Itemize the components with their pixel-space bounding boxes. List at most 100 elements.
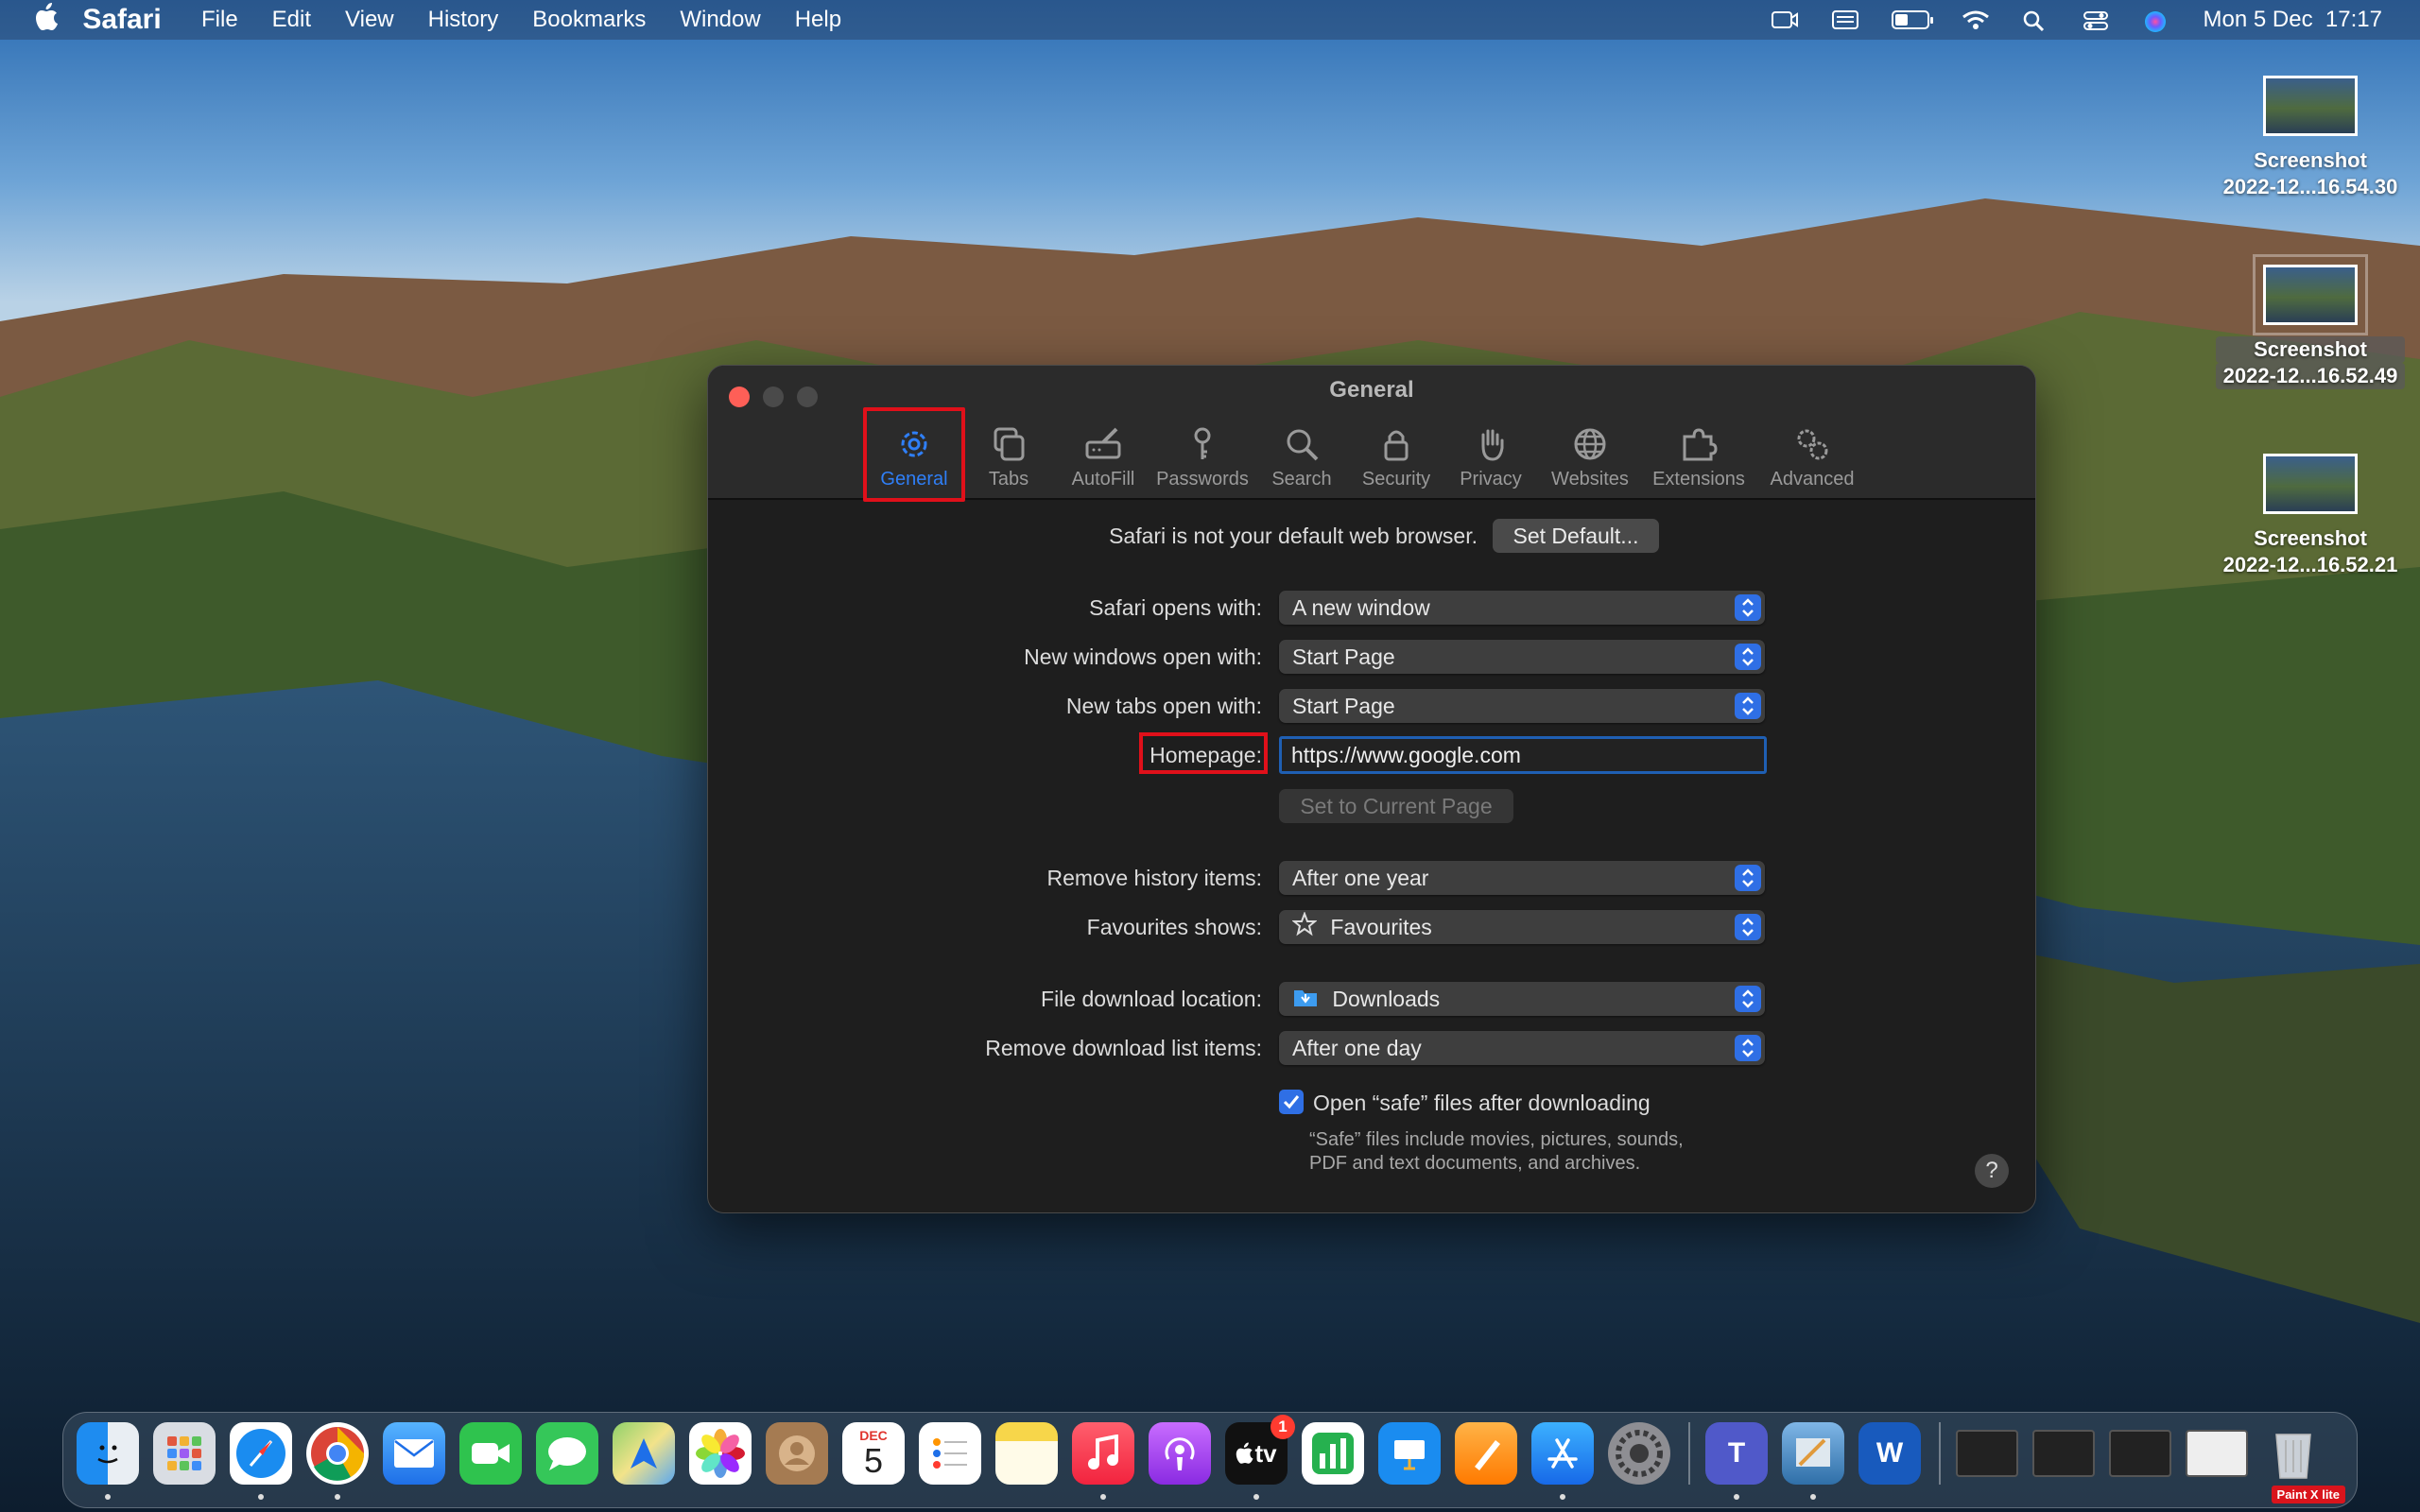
keyboard-input-icon[interactable] [1831, 9, 1859, 30]
app-store-app-icon[interactable] [1531, 1422, 1594, 1500]
tab-label: Extensions [1652, 469, 1745, 490]
trash-icon[interactable] [2262, 1422, 2325, 1485]
file-thumbnail [2263, 76, 2358, 136]
notes-app-icon[interactable] [995, 1422, 1058, 1485]
podcasts-app-icon[interactable] [1149, 1422, 1211, 1485]
chevron-updown-icon [1735, 693, 1761, 719]
tab-passwords[interactable]: Passwords [1150, 413, 1254, 490]
file-thumbnail [2263, 454, 2358, 514]
facetime-app-icon[interactable] [459, 1422, 522, 1485]
numbers-app-icon[interactable] [1302, 1422, 1364, 1485]
minimized-window-thumbnail[interactable] [2109, 1430, 2171, 1477]
remove-history-popup[interactable]: After one year [1279, 861, 1765, 895]
pages-app-icon[interactable] [1455, 1422, 1517, 1485]
help-button[interactable]: ? [1975, 1154, 2009, 1188]
notification-badge: 1 [1270, 1415, 1295, 1439]
system-preferences-app-icon[interactable] [1608, 1422, 1670, 1485]
menu-edit[interactable]: Edit [272, 7, 311, 33]
mail-app-icon[interactable] [383, 1422, 445, 1485]
wifi-icon[interactable] [1962, 9, 1990, 30]
open-safe-checkbox[interactable] [1279, 1090, 1304, 1114]
screen-mirroring-icon[interactable] [1771, 9, 1799, 30]
chevron-updown-icon [1735, 594, 1761, 621]
remove-download-popup[interactable]: After one day [1279, 1031, 1765, 1065]
menu-bookmarks[interactable]: Bookmarks [532, 7, 646, 33]
menu-file[interactable]: File [201, 7, 238, 33]
tab-autofill[interactable]: AutoFill [1056, 413, 1150, 490]
launchpad-app-icon[interactable] [153, 1422, 216, 1485]
tab-label: Privacy [1460, 469, 1522, 490]
tv-app-icon[interactable]: tv 1 [1225, 1415, 1295, 1500]
finder-app-icon[interactable] [77, 1422, 139, 1500]
safari-opens-popup[interactable]: A new window [1279, 591, 1765, 625]
favourites-row: Favourites shows: Favourites [708, 908, 2035, 946]
open-safe-row: Open “safe” files after downloading [708, 1084, 2035, 1122]
tab-search[interactable]: Search [1254, 413, 1349, 490]
spotlight-search-icon[interactable] [2022, 9, 2050, 32]
minimized-window-thumbnail[interactable] [1956, 1430, 2018, 1477]
checkmark-icon [1283, 1095, 1300, 1109]
homepage-input[interactable] [1279, 736, 1767, 774]
remove-history-label: Remove history items: [1046, 866, 1262, 890]
set-to-current-page-button[interactable]: Set to Current Page [1279, 789, 1513, 823]
dock-separator [1688, 1422, 1690, 1485]
lock-icon [1384, 430, 1409, 461]
menu-app-name[interactable]: Safari [82, 0, 161, 51]
teams-app-icon[interactable]: T [1705, 1422, 1768, 1500]
keynote-app-icon[interactable] [1378, 1422, 1441, 1485]
word-app-icon[interactable]: W [1858, 1422, 1921, 1485]
popup-value: A new window [1292, 595, 1430, 620]
apple-menu-icon[interactable] [28, 2, 66, 38]
download-location-popup[interactable]: Downloads [1279, 982, 1765, 1016]
default-browser-row: Safari is not your default web browser. … [708, 517, 2035, 555]
chrome-app-icon[interactable] [306, 1422, 369, 1500]
magnifier-icon [1287, 429, 1319, 461]
new-tabs-popup[interactable]: Start Page [1279, 689, 1765, 723]
menu-view[interactable]: View [345, 7, 394, 33]
tab-websites[interactable]: Websites [1538, 413, 1642, 490]
popup-value: After one year [1292, 866, 1429, 890]
open-safe-label[interactable]: Open “safe” files after downloading [1313, 1084, 1651, 1122]
preview-app-icon[interactable] [1782, 1422, 1844, 1500]
calendar-day: 5 [863, 1441, 884, 1480]
music-app-icon[interactable] [1072, 1422, 1134, 1500]
set-default-button[interactable]: Set Default... [1493, 519, 1659, 553]
favourites-popup[interactable]: Favourites [1279, 910, 1765, 944]
tab-label: Websites [1551, 469, 1629, 490]
file-name-line1: Screenshot [2216, 336, 2405, 363]
tab-advanced[interactable]: Advanced [1755, 413, 1869, 490]
safari-app-icon[interactable] [230, 1422, 292, 1500]
tab-tabs[interactable]: Tabs [961, 413, 1056, 490]
safari-opens-row: Safari opens with: A new window [708, 589, 2035, 627]
photos-app-icon[interactable] [689, 1422, 752, 1485]
desktop-file[interactable]: Screenshot 2022-12...16.52.21 [2216, 454, 2405, 578]
contacts-app-icon[interactable] [766, 1422, 828, 1485]
menu-clock[interactable]: Mon 5 Dec 17:17 [2204, 7, 2382, 33]
control-center-icon[interactable] [2083, 9, 2111, 30]
tab-label: Advanced [1770, 469, 1855, 490]
new-windows-popup[interactable]: Start Page [1279, 640, 1765, 674]
messages-app-icon[interactable] [536, 1422, 598, 1485]
new-tabs-label: New tabs open with: [1065, 694, 1262, 718]
menu-window[interactable]: Window [680, 7, 760, 33]
tab-general[interactable]: General [863, 407, 965, 502]
homepage-label: Homepage: [1150, 743, 1262, 767]
tab-extensions[interactable]: Extensions [1642, 413, 1755, 490]
favourites-label: Favourites shows: [1086, 915, 1262, 939]
minimized-window-thumbnail[interactable] [2186, 1430, 2248, 1477]
minimized-window-thumbnail[interactable] [2032, 1430, 2095, 1477]
hand-icon [1481, 429, 1504, 461]
maps-app-icon[interactable] [613, 1422, 675, 1485]
reminders-app-icon[interactable] [919, 1422, 981, 1485]
calendar-app-icon[interactable]: DEC 5 [842, 1422, 905, 1485]
desktop-file[interactable]: Screenshot 2022-12...16.54.30 [2216, 76, 2405, 200]
menu-history[interactable]: History [428, 7, 499, 33]
file-name-line2: 2022-12...16.54.30 [2222, 175, 2398, 198]
tab-privacy[interactable]: Privacy [1443, 413, 1538, 490]
siri-icon[interactable] [2143, 9, 2171, 32]
popup-value: Start Page [1292, 694, 1395, 718]
tab-security[interactable]: Security [1349, 413, 1443, 490]
desktop-file-selected[interactable]: Screenshot 2022-12...16.52.49 [2216, 254, 2405, 389]
menu-help[interactable]: Help [795, 7, 841, 33]
battery-icon[interactable] [1891, 10, 1933, 29]
